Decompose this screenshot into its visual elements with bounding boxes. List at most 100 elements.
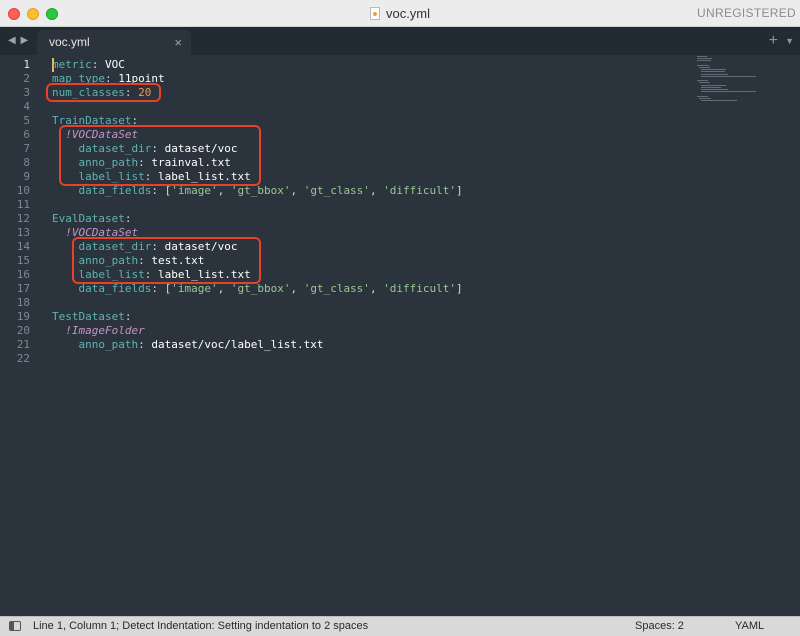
line-content: metric: VOC	[52, 58, 125, 72]
code-line: 11	[0, 198, 700, 212]
minimap[interactable]	[697, 56, 757, 106]
yaml-key: EvalDataset	[52, 212, 125, 225]
yaml-string: 'difficult'	[383, 184, 457, 197]
minimap-line	[700, 75, 757, 77]
line-number: 12	[16, 212, 30, 225]
highlight-eval-dataset-paths	[72, 237, 261, 284]
minimap-line	[698, 97, 712, 99]
minimap-line	[700, 69, 726, 71]
minimap-line	[697, 64, 709, 66]
line-content: data_fields: ['image', 'gt_bbox', 'gt_cl…	[52, 184, 463, 198]
minimap-line	[700, 73, 728, 75]
status-bar: Line 1, Column 1; Detect Indentation: Se…	[0, 616, 800, 636]
line-number: 1	[23, 58, 30, 71]
yaml-comma: ,	[290, 282, 304, 295]
line-number: 17	[16, 282, 30, 295]
yaml-comma: ,	[290, 184, 304, 197]
line-number: 5	[23, 114, 30, 127]
minimap-line	[700, 71, 725, 73]
title-bar: voc.yml UNREGISTERED	[0, 0, 800, 27]
yaml-value: VOC	[105, 58, 125, 71]
tab-list-menu-icon[interactable]: ▼	[785, 27, 794, 55]
yaml-colon: :	[124, 212, 132, 225]
line-number: 4	[23, 100, 30, 113]
line-number: 10	[16, 184, 30, 197]
line-number: 18	[16, 296, 30, 309]
line-number: 11	[16, 198, 30, 211]
syntax-selector[interactable]: YAML	[735, 617, 764, 636]
yaml-bracket: ]	[456, 184, 463, 197]
window-title: voc.yml	[0, 0, 800, 27]
code-line: 22	[0, 352, 700, 366]
text-cursor	[52, 58, 54, 72]
line-content: anno_path: dataset/voc/label_list.txt	[52, 338, 324, 352]
line-content: EvalDataset:	[52, 212, 131, 226]
yaml-key: TestDataset	[52, 310, 125, 323]
yaml-key: metric	[52, 58, 92, 71]
code-line: 18	[0, 296, 700, 310]
line-number: 13	[16, 226, 30, 239]
line-number: 15	[16, 254, 30, 267]
tab-nav-arrows-icon[interactable]: ◀ ▶	[8, 27, 29, 55]
tab-label: voc.yml	[49, 35, 90, 49]
line-number: 9	[23, 170, 30, 183]
indentation-selector[interactable]: Spaces: 2	[635, 617, 684, 636]
line-content: TestDataset:	[52, 310, 131, 324]
line-number: 14	[16, 240, 30, 253]
line-number: 8	[23, 156, 30, 169]
code-line: 4	[0, 100, 700, 114]
line-number: 21	[16, 338, 30, 351]
code-line: 21 anno_path: dataset/voc/label_list.txt	[0, 338, 700, 352]
highlight-train-dataset-paths	[59, 125, 261, 186]
line-number: 20	[16, 324, 30, 337]
minimap-line	[697, 95, 708, 97]
code-line: 19 TestDataset:	[0, 310, 700, 324]
new-tab-icon[interactable]: +	[769, 27, 778, 55]
line-number: 2	[23, 72, 30, 85]
yaml-colon: :	[138, 338, 152, 351]
line-content: data_fields: ['image', 'gt_bbox', 'gt_cl…	[52, 282, 463, 296]
yaml-colon: :	[91, 58, 105, 71]
minimap-line	[700, 91, 757, 93]
yaml-string: 'gt_class'	[303, 184, 370, 197]
line-content: !ImageFolder	[52, 324, 145, 338]
yaml-value: dataset/voc/label_list.txt	[151, 338, 324, 351]
code-line: 10 data_fields: ['image', 'gt_bbox', 'gt…	[0, 184, 700, 198]
minimap-line	[697, 58, 713, 60]
highlight-num-classes	[46, 83, 162, 102]
status-message: Line 1, Column 1; Detect Indentation: Se…	[33, 620, 369, 632]
minimap-line	[700, 100, 738, 101]
line-number: 7	[23, 142, 30, 155]
yaml-bracket: ]	[456, 282, 463, 295]
yaml-comma: ,	[369, 184, 384, 197]
code-line: 1 metric: VOC	[0, 58, 700, 72]
code-line: 20 !ImageFolder	[0, 324, 700, 338]
code-line: 17 data_fields: ['image', 'gt_bbox', 'gt…	[0, 282, 700, 296]
minimap-line	[697, 56, 707, 57]
tab-bar: ◀ ▶ voc.yml × + ▼	[0, 27, 800, 55]
minimap-line	[700, 86, 722, 88]
yaml-string: 'difficult'	[383, 282, 457, 295]
yaml-comma: ,	[369, 282, 384, 295]
sidebar-toggle-icon[interactable]	[9, 621, 21, 631]
tab-close-icon[interactable]: ×	[174, 30, 182, 55]
line-number: 19	[16, 310, 30, 323]
tab-voc-yml[interactable]: voc.yml ×	[37, 30, 191, 55]
code-editor[interactable]: 1 metric: VOC 2 map_type: 11point 3 num_class…	[0, 55, 800, 616]
yaml-key: anno_path	[78, 338, 139, 351]
document-icon	[369, 7, 380, 20]
minimap-line	[700, 84, 726, 86]
window-title-text: voc.yml	[385, 6, 431, 21]
minimap-line	[697, 80, 708, 82]
minimap-line	[698, 82, 711, 84]
line-number: 6	[23, 128, 30, 141]
yaml-colon: :	[124, 310, 132, 323]
code-line: 12 EvalDataset:	[0, 212, 700, 226]
line-number: 3	[23, 86, 30, 99]
minimap-line	[700, 89, 728, 90]
line-number: 16	[16, 268, 30, 281]
yaml-tag: !ImageFolder	[65, 324, 145, 337]
